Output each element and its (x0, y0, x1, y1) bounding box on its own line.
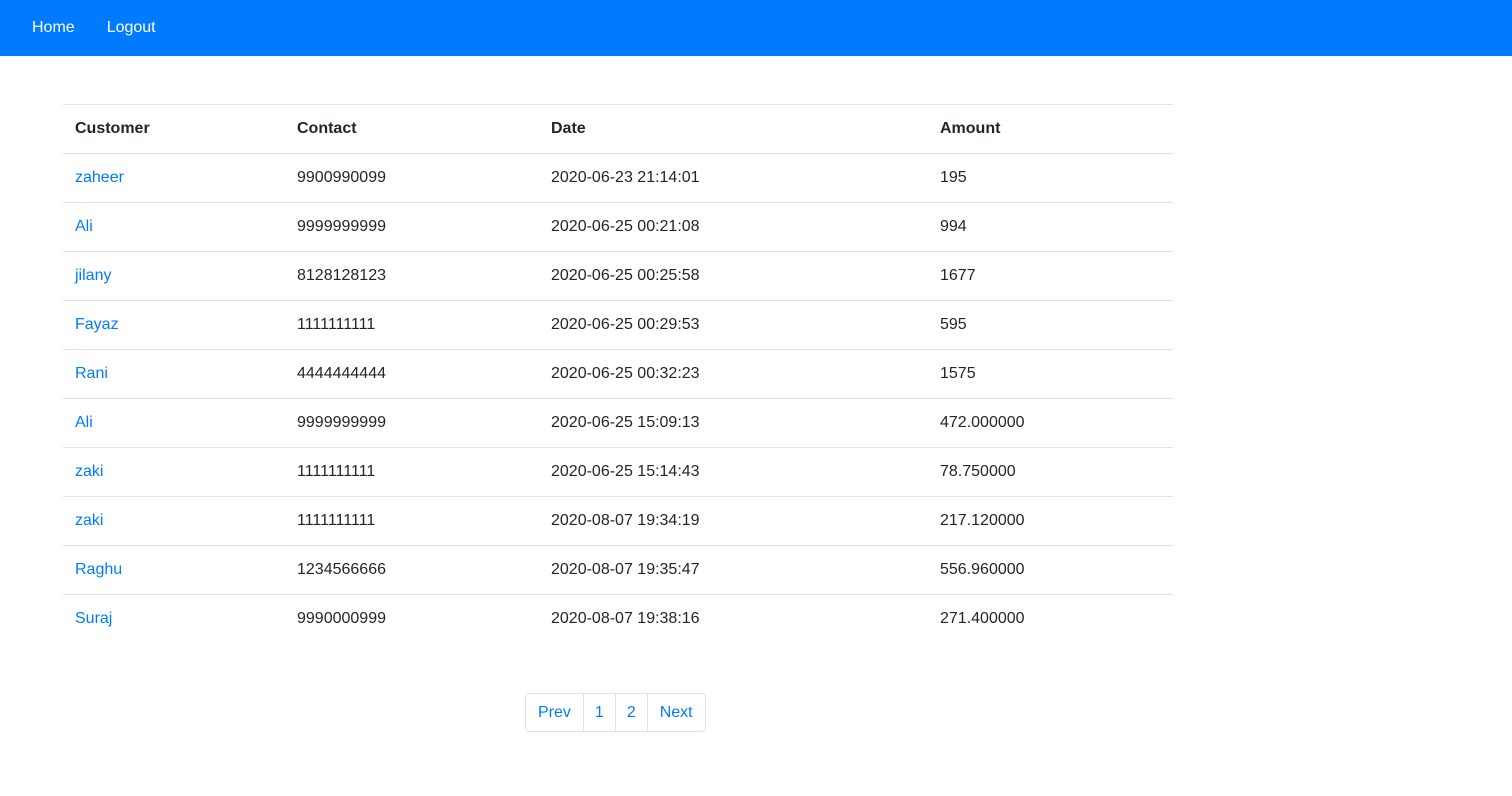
page-1-button[interactable]: 1 (582, 694, 615, 731)
cell-amount: 217.120000 (928, 496, 1173, 546)
customer-link[interactable]: jilany (75, 267, 111, 284)
cell-date: 2020-06-25 15:14:43 (539, 447, 928, 497)
prev-page-button[interactable]: Prev (526, 694, 583, 731)
table-row: Fayaz 1111111111 2020-06-25 00:29:53 595 (63, 300, 1173, 350)
cell-customer: zaki (63, 496, 285, 546)
customer-link[interactable]: Raghu (75, 561, 122, 578)
table-row: zaheer 9900990099 2020-06-23 21:14:01 195 (63, 153, 1173, 203)
cell-customer: Fayaz (63, 300, 285, 350)
orders-table: Customer Contact Date Amount zaheer 99009… (63, 104, 1173, 643)
table-row: Suraj 9990000999 2020-08-07 19:38:16 271.40… (63, 595, 1173, 644)
navbar: Home Logout (0, 0, 1512, 56)
header-customer: Customer (63, 104, 285, 154)
cell-customer: Rani (63, 349, 285, 399)
header-contact: Contact (285, 104, 539, 154)
nav-logout-link[interactable]: Logout (107, 0, 156, 56)
cell-amount: 195 (928, 153, 1173, 203)
cell-amount: 1677 (928, 251, 1173, 301)
cell-date: 2020-08-07 19:38:16 (551, 610, 700, 627)
table-row: Rani 4444444444 2020-06-25 00:32:23 1575 (63, 349, 1173, 399)
table-row: zaki 1111111111 2020-06-25 15:14:43 78.7500… (63, 447, 1173, 497)
table-header-row: Customer Contact Date Amount (63, 104, 1173, 154)
table-row: Ali 9999999999 2020-06-25 00:21:08 994 (63, 202, 1173, 252)
cell-date: 2020-06-25 15:09:13 (539, 398, 928, 448)
cell-customer: Ali (63, 202, 285, 252)
customer-link[interactable]: zaki (75, 463, 103, 480)
cell-customer: zaki (63, 447, 285, 497)
next-page-button[interactable]: Next (646, 694, 705, 731)
cell-customer: Ali (63, 398, 285, 448)
cell-date: 2020-06-25 00:25:58 (539, 251, 928, 301)
cell-contact: 1111111111 (285, 496, 539, 546)
cell-date: 2020-06-25 00:21:08 (539, 202, 928, 252)
table-row: zaki 1111111111 2020-08-07 19:34:19 217.120… (63, 496, 1173, 546)
cell-date: 2020-06-23 21:14:01 (539, 153, 928, 203)
customer-link[interactable]: Ali (75, 218, 93, 235)
orders-table-container: Customer Contact Date Amount zaheer 99009… (63, 104, 1173, 643)
cell-contact: 8128128123 (285, 251, 539, 301)
cell-amount: 595 (928, 300, 1173, 350)
cell-date: 2020-06-25 00:32:23 (539, 349, 928, 399)
cell-contact: 9990000999 (297, 610, 386, 627)
table-row: Raghu 1234566666 2020-08-07 19:35:47 556.96… (63, 545, 1173, 595)
cell-amount: 472.000000 (928, 398, 1173, 448)
nav-home-link[interactable]: Home (32, 0, 75, 56)
cell-contact: 9900990099 (285, 153, 539, 203)
cell-contact: 1111111111 (285, 447, 539, 497)
cell-contact: 4444444444 (285, 349, 539, 399)
pagination: Prev 1 2 Next (525, 693, 706, 732)
customer-link[interactable]: zaki (75, 512, 103, 529)
header-date: Date (539, 104, 928, 154)
cell-amount: 994 (928, 202, 1173, 252)
cell-customer: jilany (63, 251, 285, 301)
cell-amount: 78.750000 (928, 447, 1173, 497)
cell-amount: 556.960000 (928, 545, 1173, 595)
cell-date: 2020-08-07 19:35:47 (539, 545, 928, 595)
cell-contact: 9999999999 (285, 202, 539, 252)
page-2-button[interactable]: 2 (614, 694, 647, 731)
table-row: jilany 8128128123 2020-06-25 00:25:58 1677 (63, 251, 1173, 301)
cell-customer: zaheer (63, 153, 285, 203)
customer-link[interactable]: Rani (75, 365, 108, 382)
customer-link[interactable]: Suraj (75, 610, 112, 627)
cell-contact: 1234566666 (285, 545, 539, 595)
cell-amount: 1575 (928, 349, 1173, 399)
customer-link[interactable]: zaheer (75, 169, 124, 186)
table-header: Customer Contact Date Amount (63, 104, 1173, 154)
cell-date: 2020-08-07 19:34:19 (539, 496, 928, 546)
cell-customer: Raghu (63, 545, 285, 595)
cell-amount: 271.400000 (940, 610, 1025, 627)
customer-link[interactable]: Ali (75, 414, 93, 431)
cell-contact: 9999999999 (285, 398, 539, 448)
customer-link[interactable]: Fayaz (75, 316, 119, 333)
table-row: Ali 9999999999 2020-06-25 15:09:13 472.0000… (63, 398, 1173, 448)
header-amount: Amount (928, 104, 1173, 154)
cell-contact: 1111111111 (285, 300, 539, 350)
cell-customer: Suraj (63, 595, 285, 644)
cell-date: 2020-06-25 00:29:53 (539, 300, 928, 350)
table-body: zaheer 9900990099 2020-06-23 21:14:01 195 Al… (63, 153, 1173, 644)
